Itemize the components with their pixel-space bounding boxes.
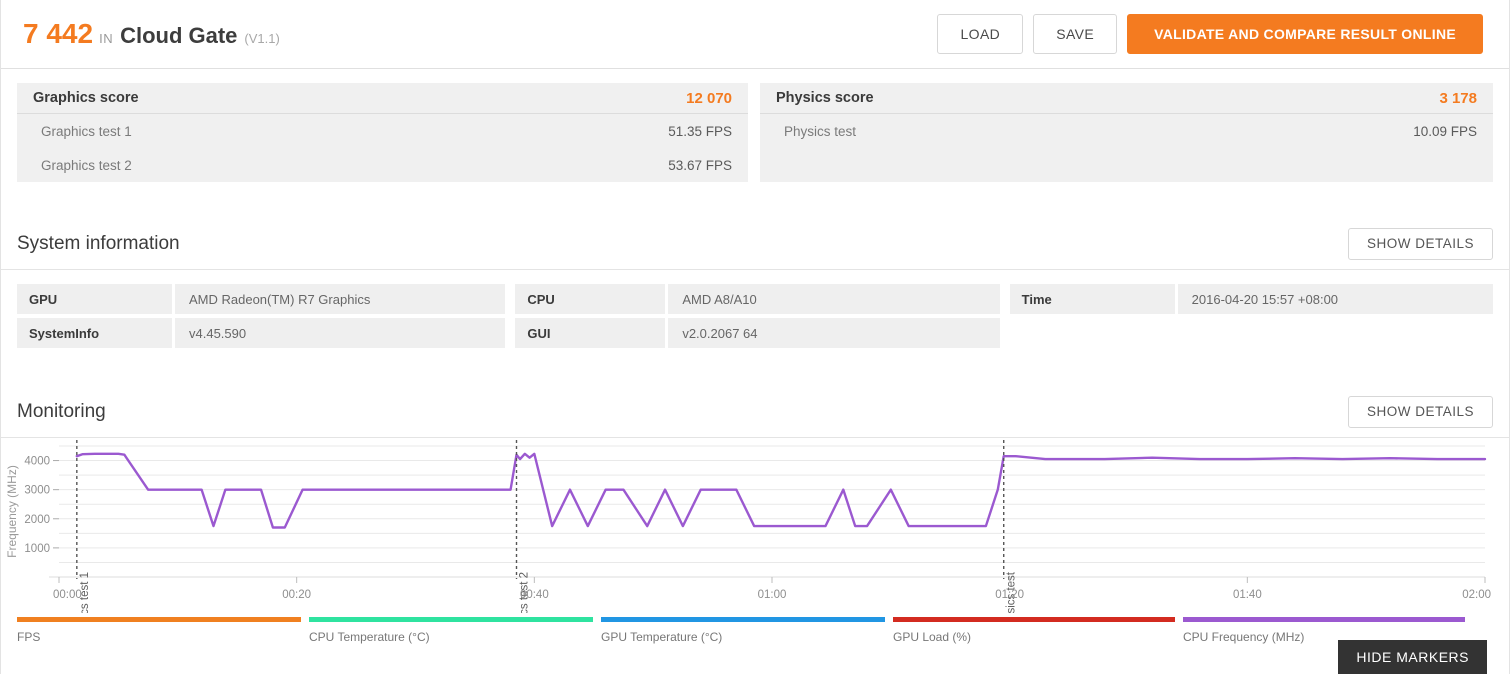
physics-score-header: Physics score 3 178 [760,83,1493,114]
benchmark-version: (V1.1) [244,31,280,46]
legend-label: GPU Load (%) [893,630,972,644]
chart-markers: Graphics test 1 Graphics test 2 Physics te… [76,440,1018,613]
table-row: Physics test 10.09 FPS [760,114,1493,148]
table-row: CPU AMD A8/A10 [515,284,1000,314]
legend-color-swatch [309,617,593,622]
svg-text:02:00: 02:00 [1462,589,1491,601]
sysinfo-value-cpu: AMD A8/A10 [668,284,1000,314]
app-window: 7 442 IN Cloud Gate (V1.1) LOAD SAVE VAL… [0,0,1510,674]
legend-item-cpu-temperature-c[interactable]: CPU Temperature (°C) [309,617,601,644]
physics-score-value: 3 178 [1439,89,1477,107]
sysinfo-key-time: Time [1009,284,1175,314]
svg-text:01:00: 01:00 [758,589,787,601]
sysinfo-key-cpu: CPU [515,284,666,314]
physics-test-value: 10.09 FPS [1413,123,1477,139]
monitoring-section: Monitoring SHOW DETAILS Graphics test 1G… [1,386,1509,674]
legend-label: GPU Temperature (°C) [601,630,723,644]
legend-item-fps[interactable]: FPS [17,617,309,644]
sysinfo-value-gui: v2.0.2067 64 [668,318,1000,348]
sysinfo-key-gui: GUI [515,318,666,348]
score-panels: Graphics score 12 070 Graphics test 1 51… [1,69,1509,182]
monitoring-chart-svg[interactable]: Graphics test 1 Graphics test 2 Physics te… [1,438,1509,613]
graphics-test-2-label: Graphics test 2 [41,157,132,173]
graphics-test-2-value: 53.67 FPS [668,157,733,173]
sysinfo-value-time: 2016-04-20 15:57 +08:00 [1177,284,1493,314]
table-row: Graphics test 2 53.67 FPS [17,148,748,182]
legend-item-gpu-load[interactable]: GPU Load (%) [893,617,1183,644]
sysinfo-column-1: GPU AMD Radeon(TM) R7 Graphics SystemInf… [17,284,506,348]
svg-text:1000: 1000 [24,543,50,555]
svg-text:00:40: 00:40 [520,589,549,601]
sysinfo-value-empty [1178,318,1493,348]
svg-text:2000: 2000 [24,514,50,526]
load-button[interactable]: LOAD [937,14,1024,54]
overall-score: 7 442 [23,18,94,49]
legend-color-swatch [1183,617,1465,622]
chart-y-axis-label: 1000 2000 3000 4000 Frequency (MHz) [5,456,59,558]
physics-score-panel: Physics score 3 178 Physics test 10.09 F… [760,83,1493,182]
monitoring-header: Monitoring SHOW DETAILS [1,386,1509,438]
save-button[interactable]: SAVE [1033,14,1118,54]
chart-gridlines [49,445,1485,578]
legend-item-gpu-temperature-c[interactable]: GPU Temperature (°C) [601,617,893,644]
monitoring-show-details-button[interactable]: SHOW DETAILS [1347,395,1493,428]
validate-and-compare-button[interactable]: VALIDATE AND COMPARE RESULT ONLINE [1127,14,1483,54]
system-information-section: System information SHOW DETAILS GPU AMD … [1,218,1509,348]
legend-color-swatch [17,617,301,622]
svg-text:01:20: 01:20 [995,589,1024,601]
table-row: Time 2016-04-20 15:57 +08:00 [1009,284,1493,314]
system-information-table-wrap: GPU AMD Radeon(TM) R7 Graphics SystemInf… [1,270,1509,348]
table-row-empty [1010,318,1493,348]
page-title: System information [17,232,180,254]
sysinfo-value-gpu: AMD Radeon(TM) R7 Graphics [175,284,506,314]
chart-x-axis-labels: 00:00 00:20 00:40 01:00 01:20 01:40 02:00 [53,577,1491,601]
svg-text:00:20: 00:20 [282,589,311,601]
system-information-table: GPU AMD Radeon(TM) R7 Graphics SystemInf… [17,270,1493,348]
result-title: 7 442 IN Cloud Gate (V1.1) [23,18,937,50]
svg-text:3000: 3000 [24,485,50,497]
table-row: GPU AMD Radeon(TM) R7 Graphics [17,284,506,314]
system-information-header: System information SHOW DETAILS [1,218,1509,270]
system-information-show-details-button[interactable]: SHOW DETAILS [1347,227,1493,260]
table-row: GUI v2.0.2067 64 [515,318,1000,348]
graphics-score-panel: Graphics score 12 070 Graphics test 1 51… [17,83,749,182]
sysinfo-column-2: CPU AMD A8/A10 GUI v2.0.2067 64 [515,284,1000,348]
sysinfo-key-systeminfo: SystemInfo [17,318,172,348]
graphics-score-label: Graphics score [33,90,139,106]
legend-color-swatch [893,617,1175,622]
graphics-score-header: Graphics score 12 070 [17,83,749,114]
graphics-test-1-value: 51.35 FPS [668,123,733,139]
graphics-test-1-label: Graphics test 1 [41,123,132,139]
monitoring-title: Monitoring [17,400,106,422]
svg-text:Frequency (MHz): Frequency (MHz) [5,465,19,558]
score-in-label: IN [99,31,114,46]
svg-text:01:40: 01:40 [1233,589,1262,601]
legend-color-swatch [601,617,885,622]
graphics-score-value: 12 070 [686,89,733,107]
monitoring-chart[interactable]: Graphics test 1 Graphics test 2 Physics te… [1,438,1509,613]
legend-label: FPS [17,630,41,644]
physics-score-label: Physics score [776,90,874,106]
sysinfo-key-empty [1010,318,1175,348]
sysinfo-column-3: Time 2016-04-20 15:57 +08:00 [1009,284,1493,348]
table-row: Graphics test 1 51.35 FPS [17,114,748,148]
legend-label: CPU Temperature (°C) [309,630,430,644]
svg-text:4000: 4000 [24,456,50,468]
hide-markers-button[interactable]: HIDE MARKERS [1338,640,1487,674]
sysinfo-value-systeminfo: v4.45.590 [175,318,506,348]
svg-text:00:00: 00:00 [53,589,82,601]
physics-test-label: Physics test [784,123,857,139]
app-header: 7 442 IN Cloud Gate (V1.1) LOAD SAVE VAL… [1,0,1509,69]
sysinfo-key-gpu: GPU [17,284,172,314]
table-row: SystemInfo v4.45.590 [17,318,506,348]
benchmark-name: Cloud Gate [120,23,238,48]
chart-series [75,452,1487,529]
monitoring-legend: FPS CPU Temperature (°C) GPU Temperature (… [1,617,1509,644]
